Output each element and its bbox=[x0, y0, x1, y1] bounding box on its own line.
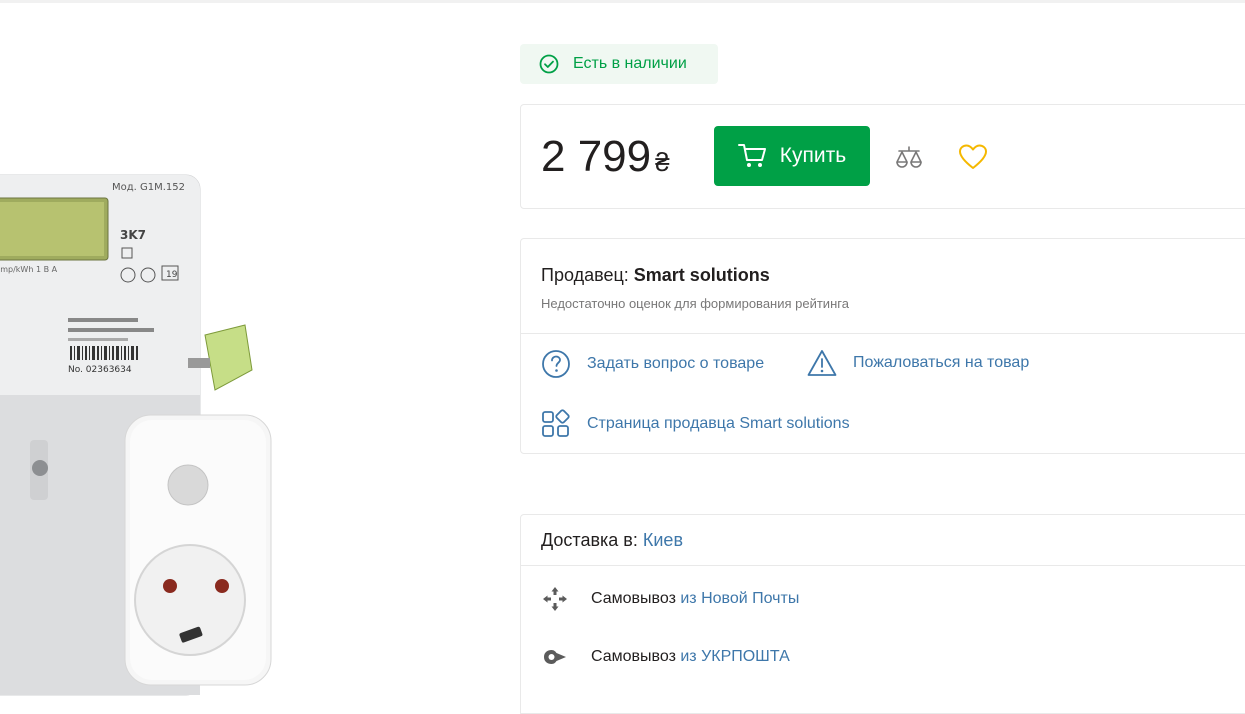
delivery-title: Доставка в: Киев bbox=[541, 530, 683, 551]
svg-text:19: 19 bbox=[166, 270, 178, 280]
availability-badge: Есть в наличии bbox=[520, 44, 718, 84]
product-illustration: Мод. G1M.152 3K7 19 imp/kWh 1 B A No. 02… bbox=[0, 174, 272, 696]
delivery-city-link[interactable]: Киев bbox=[643, 530, 683, 550]
complain-label: Пожаловаться на товар bbox=[853, 354, 1030, 371]
price-currency: ₴ bbox=[655, 147, 670, 177]
seller-page-label: Страница продавца Smart solutions bbox=[587, 415, 850, 432]
price: 2 799 ₴ bbox=[541, 133, 670, 186]
seller-divider bbox=[521, 333, 1245, 334]
warning-icon bbox=[807, 350, 837, 376]
seller-box: Продавец: Smart solutions Недостаточно о… bbox=[520, 238, 1245, 454]
price-amount: 2 799 bbox=[541, 132, 652, 181]
delivery-method: Самовывоз bbox=[591, 590, 676, 607]
delivery-box: Доставка в: Киев Самовывоз из Новой Почт… bbox=[520, 514, 1245, 714]
ask-question-link[interactable]: Задать вопрос о товаре bbox=[541, 349, 764, 379]
delivery-provider-link[interactable]: из Новой Почты bbox=[680, 590, 799, 607]
compare-button[interactable] bbox=[892, 141, 926, 175]
ask-question-label: Задать вопрос о товаре bbox=[587, 355, 765, 372]
seller-prefix: Продавец: bbox=[541, 265, 629, 285]
meter-serial-label: No. 02363634 bbox=[68, 365, 132, 375]
delivery-option: Самовывоз из УКРПОШТА bbox=[541, 643, 790, 671]
meter-code-label: 3K7 bbox=[120, 228, 146, 242]
cart-icon bbox=[737, 144, 766, 167]
buy-button-label: Купить bbox=[779, 144, 847, 167]
complain-link[interactable]: Пожаловаться на товар bbox=[807, 349, 1029, 377]
delivery-method: Самовывоз bbox=[591, 648, 676, 665]
price-box: 2 799 ₴ Купить bbox=[520, 104, 1245, 209]
shop-grid-icon bbox=[542, 409, 570, 437]
meter-model-label: Мод. G1M.152 bbox=[112, 182, 185, 193]
delivery-divider bbox=[521, 565, 1245, 566]
nova-poshta-icon bbox=[543, 587, 567, 611]
availability-label: Есть в наличии bbox=[573, 55, 687, 72]
check-circle-icon bbox=[539, 54, 559, 74]
delivery-provider-link[interactable]: из УКРПОШТА bbox=[680, 648, 789, 665]
top-divider bbox=[0, 0, 1245, 3]
question-circle-icon bbox=[542, 350, 570, 378]
ukrposhta-icon bbox=[544, 650, 566, 664]
svg-text:imp/kWh 1 B A: imp/kWh 1 B A bbox=[0, 265, 58, 274]
wishlist-button[interactable] bbox=[955, 139, 991, 175]
seller-page-link[interactable]: Страница продавца Smart solutions bbox=[541, 409, 850, 439]
product-image[interactable]: Мод. G1M.152 3K7 19 imp/kWh 1 B A No. 02… bbox=[0, 40, 480, 700]
seller-rating-note: Недостаточно оценок для формирования рей… bbox=[541, 296, 849, 311]
seller-name: Smart solutions bbox=[633, 265, 770, 285]
heart-icon bbox=[959, 144, 987, 169]
seller-line: Продавец: Smart solutions bbox=[541, 265, 770, 286]
delivery-option: Самовывоз из Новой Почты bbox=[541, 585, 799, 613]
delivery-prefix: Доставка в: bbox=[541, 530, 638, 550]
buy-button[interactable]: Купить bbox=[714, 126, 870, 186]
scales-icon bbox=[896, 146, 922, 168]
